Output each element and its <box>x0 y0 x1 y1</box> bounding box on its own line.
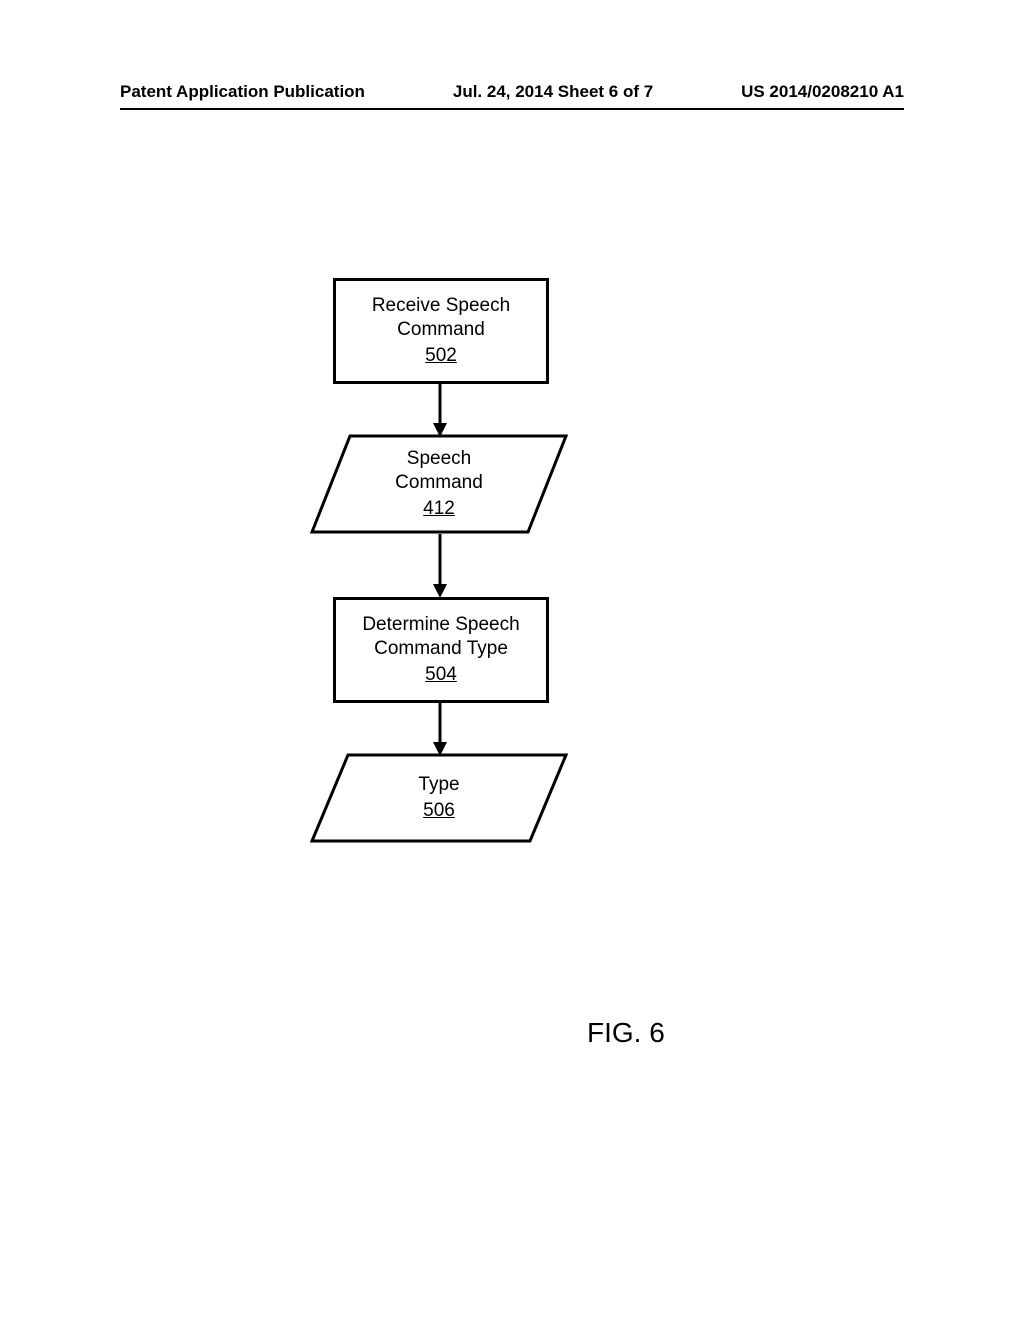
figure-label: FIG. 6 <box>587 1017 665 1049</box>
para1-ref: 412 <box>423 497 455 521</box>
para2-ref: 506 <box>423 799 455 823</box>
para2-line1: Type <box>418 773 459 797</box>
data-box-type: Type 506 <box>310 753 568 843</box>
box1-line2: Command <box>336 318 546 342</box>
box1-ref: 502 <box>336 344 546 368</box>
flowchart-diagram: Receive Speech Command 502 Speech Comman… <box>0 0 1024 1320</box>
arrow-2 <box>430 534 450 600</box>
arrow-3 <box>430 700 450 758</box>
process-box-receive-speech: Receive Speech Command 502 <box>333 278 549 384</box>
arrow-1 <box>430 381 450 439</box>
box1-line1: Receive Speech <box>336 294 546 318</box>
data-box-speech-command: Speech Command 412 <box>310 434 568 534</box>
box2-ref: 504 <box>336 663 546 687</box>
box2-line2: Command Type <box>336 637 546 661</box>
para1-line1: Speech <box>407 447 471 471</box>
box2-line1: Determine Speech <box>336 613 546 637</box>
para1-line2: Command <box>395 471 483 495</box>
process-box-determine-type: Determine Speech Command Type 504 <box>333 597 549 703</box>
